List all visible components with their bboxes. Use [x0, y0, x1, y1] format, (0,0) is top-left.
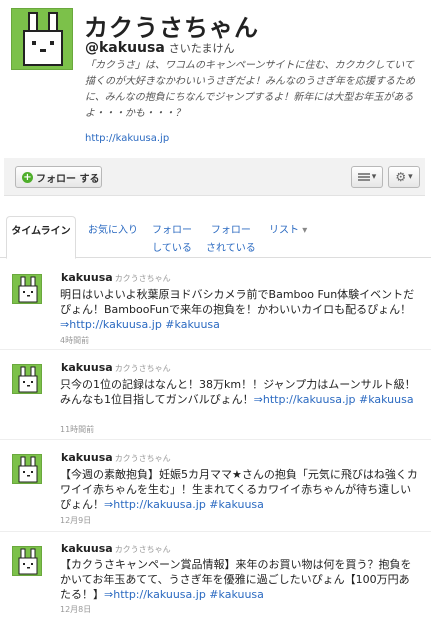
- tweet-header: kakuusa カクうさちゃん: [61, 451, 171, 464]
- tweet-link[interactable]: ⇒http://kakuusa.jp #kakuusa: [104, 588, 264, 601]
- rabbit-icon: [18, 456, 38, 483]
- tweet-time[interactable]: 12月8日: [60, 604, 91, 615]
- tweet-header: kakuusa カクうさちゃん: [61, 271, 171, 284]
- tweet-time[interactable]: 12月9日: [60, 515, 91, 526]
- list-icon: [357, 173, 370, 181]
- screen-name: @kakuusa: [85, 40, 165, 56]
- tweet-item: kakuusa カクうさちゃん 【カクうさキャンペーン賞品情報】来年のお買い物は何…: [0, 532, 431, 620]
- rabbit-icon: [18, 366, 38, 393]
- screen-name-sub: さいたまけん: [168, 42, 235, 55]
- tweet-body: 明日はいよいよ秋葉原ヨドバシカメラ前でBamboo Fun体験イベントだぴょん！…: [60, 288, 415, 316]
- tab-lists-label: リスト: [269, 225, 299, 236]
- tweet-text: 【カクうさキャンペーン賞品情報】来年のお買い物は何を買う？抱負をかいてお年玉あて…: [60, 557, 420, 602]
- chevron-down-icon: ▾: [371, 172, 377, 182]
- rabbit-icon: [18, 548, 38, 575]
- chevron-down-icon: ▾: [408, 172, 413, 182]
- tab-following-line2: している: [152, 243, 192, 254]
- rabbit-icon: [23, 12, 63, 66]
- tweet-link[interactable]: ⇒http://kakuusa.jp #kakuusa: [60, 318, 220, 331]
- tweet-header: kakuusa カクうさちゃん: [61, 361, 171, 374]
- tweet-link[interactable]: ⇒http://kakuusa.jp #kakuusa: [104, 498, 264, 511]
- follow-button[interactable]: + フォロー する: [15, 166, 102, 188]
- follow-label: フォロー する: [36, 173, 100, 185]
- plus-icon: +: [22, 171, 33, 183]
- profile-bio: 「カクうさ」は、ワコムのキャンペーンサイトに住む、カクカクしていて描くのが大好き…: [85, 60, 415, 119]
- settings-menu-button[interactable]: ⚙ ▾: [388, 166, 420, 188]
- profile-avatar[interactable]: [11, 8, 73, 70]
- profile-name: カクうさちゃん: [84, 14, 259, 42]
- tweet-user[interactable]: kakuusa: [61, 542, 113, 555]
- tab-lists[interactable]: リスト ▾: [269, 222, 307, 240]
- tweet-user-sub: カクうさちゃん: [114, 364, 171, 373]
- chevron-down-icon: ▾: [302, 225, 308, 236]
- tweet-user-sub: カクうさちゃん: [114, 274, 171, 283]
- tab-following-line1: フォロー: [152, 225, 192, 236]
- tab-followers-line1: フォロー: [210, 225, 251, 236]
- profile-tabs: タイムライン お気に入り フォロー している フォロー されている リスト ▾: [0, 216, 431, 259]
- tweet-header: kakuusa カクうさちゃん: [61, 542, 171, 555]
- tweet-item: kakuusa カクうさちゃん 只今の1位の記録はなんと！38万km！！ジャンプ力…: [0, 350, 431, 440]
- action-bar: + フォロー する ▾ ⚙ ▾: [4, 158, 425, 196]
- list-menu-button[interactable]: ▾: [351, 166, 383, 188]
- profile-screen-name: @kakuusa さいたまけん: [85, 40, 234, 56]
- tweet-time[interactable]: 11時間前: [60, 424, 94, 435]
- tweet-time[interactable]: 4時間前: [60, 335, 89, 346]
- tweet-text: 明日はいよいよ秋葉原ヨドバシカメラ前でBamboo Fun体験イベントだぴょん！…: [60, 287, 420, 332]
- tweet-user[interactable]: kakuusa: [61, 451, 113, 464]
- profile-url[interactable]: http://kakuusa.jp: [85, 133, 169, 144]
- tweet-text: 只今の1位の記録はなんと！38万km！！ジャンプ力はムーンサルト級！みんなも1位…: [60, 377, 420, 407]
- tweet-user-sub: カクうさちゃん: [114, 454, 171, 463]
- tweet-avatar[interactable]: [12, 364, 42, 394]
- tweet-item: kakuusa カクうさちゃん 明日はいよいよ秋葉原ヨドバシカメラ前でBamboo…: [0, 260, 431, 350]
- tab-timeline[interactable]: タイムライン: [6, 216, 76, 259]
- tab-followers[interactable]: フォロー されている: [206, 222, 256, 258]
- tweet-user[interactable]: kakuusa: [61, 271, 113, 284]
- tweet-link[interactable]: ⇒http://kakuusa.jp #kakuusa: [254, 393, 414, 406]
- tab-favorites[interactable]: お気に入り: [88, 222, 138, 240]
- tweet-user-sub: カクうさちゃん: [114, 545, 171, 554]
- tweet-text: 【今週の素敵抱負】妊娠5カ月ママ★さんの抱負「元気に飛びはね強くカワイイ赤ちゃん…: [60, 467, 420, 512]
- rabbit-icon: [18, 276, 38, 303]
- gear-icon: ⚙: [395, 170, 407, 184]
- tab-followers-line2: されている: [206, 243, 256, 254]
- tweet-avatar[interactable]: [12, 274, 42, 304]
- tweet-avatar[interactable]: [12, 454, 42, 484]
- tweet-user[interactable]: kakuusa: [61, 361, 113, 374]
- tweet-avatar[interactable]: [12, 546, 42, 576]
- tweet-item: kakuusa カクうさちゃん 【今週の素敵抱負】妊娠5カ月ママ★さんの抱負「元気…: [0, 440, 431, 532]
- tab-following[interactable]: フォロー している: [152, 222, 192, 258]
- profile-header: カクうさちゃん @kakuusa さいたまけん 「カクうさ」は、ワコムのキャンペー…: [0, 0, 431, 160]
